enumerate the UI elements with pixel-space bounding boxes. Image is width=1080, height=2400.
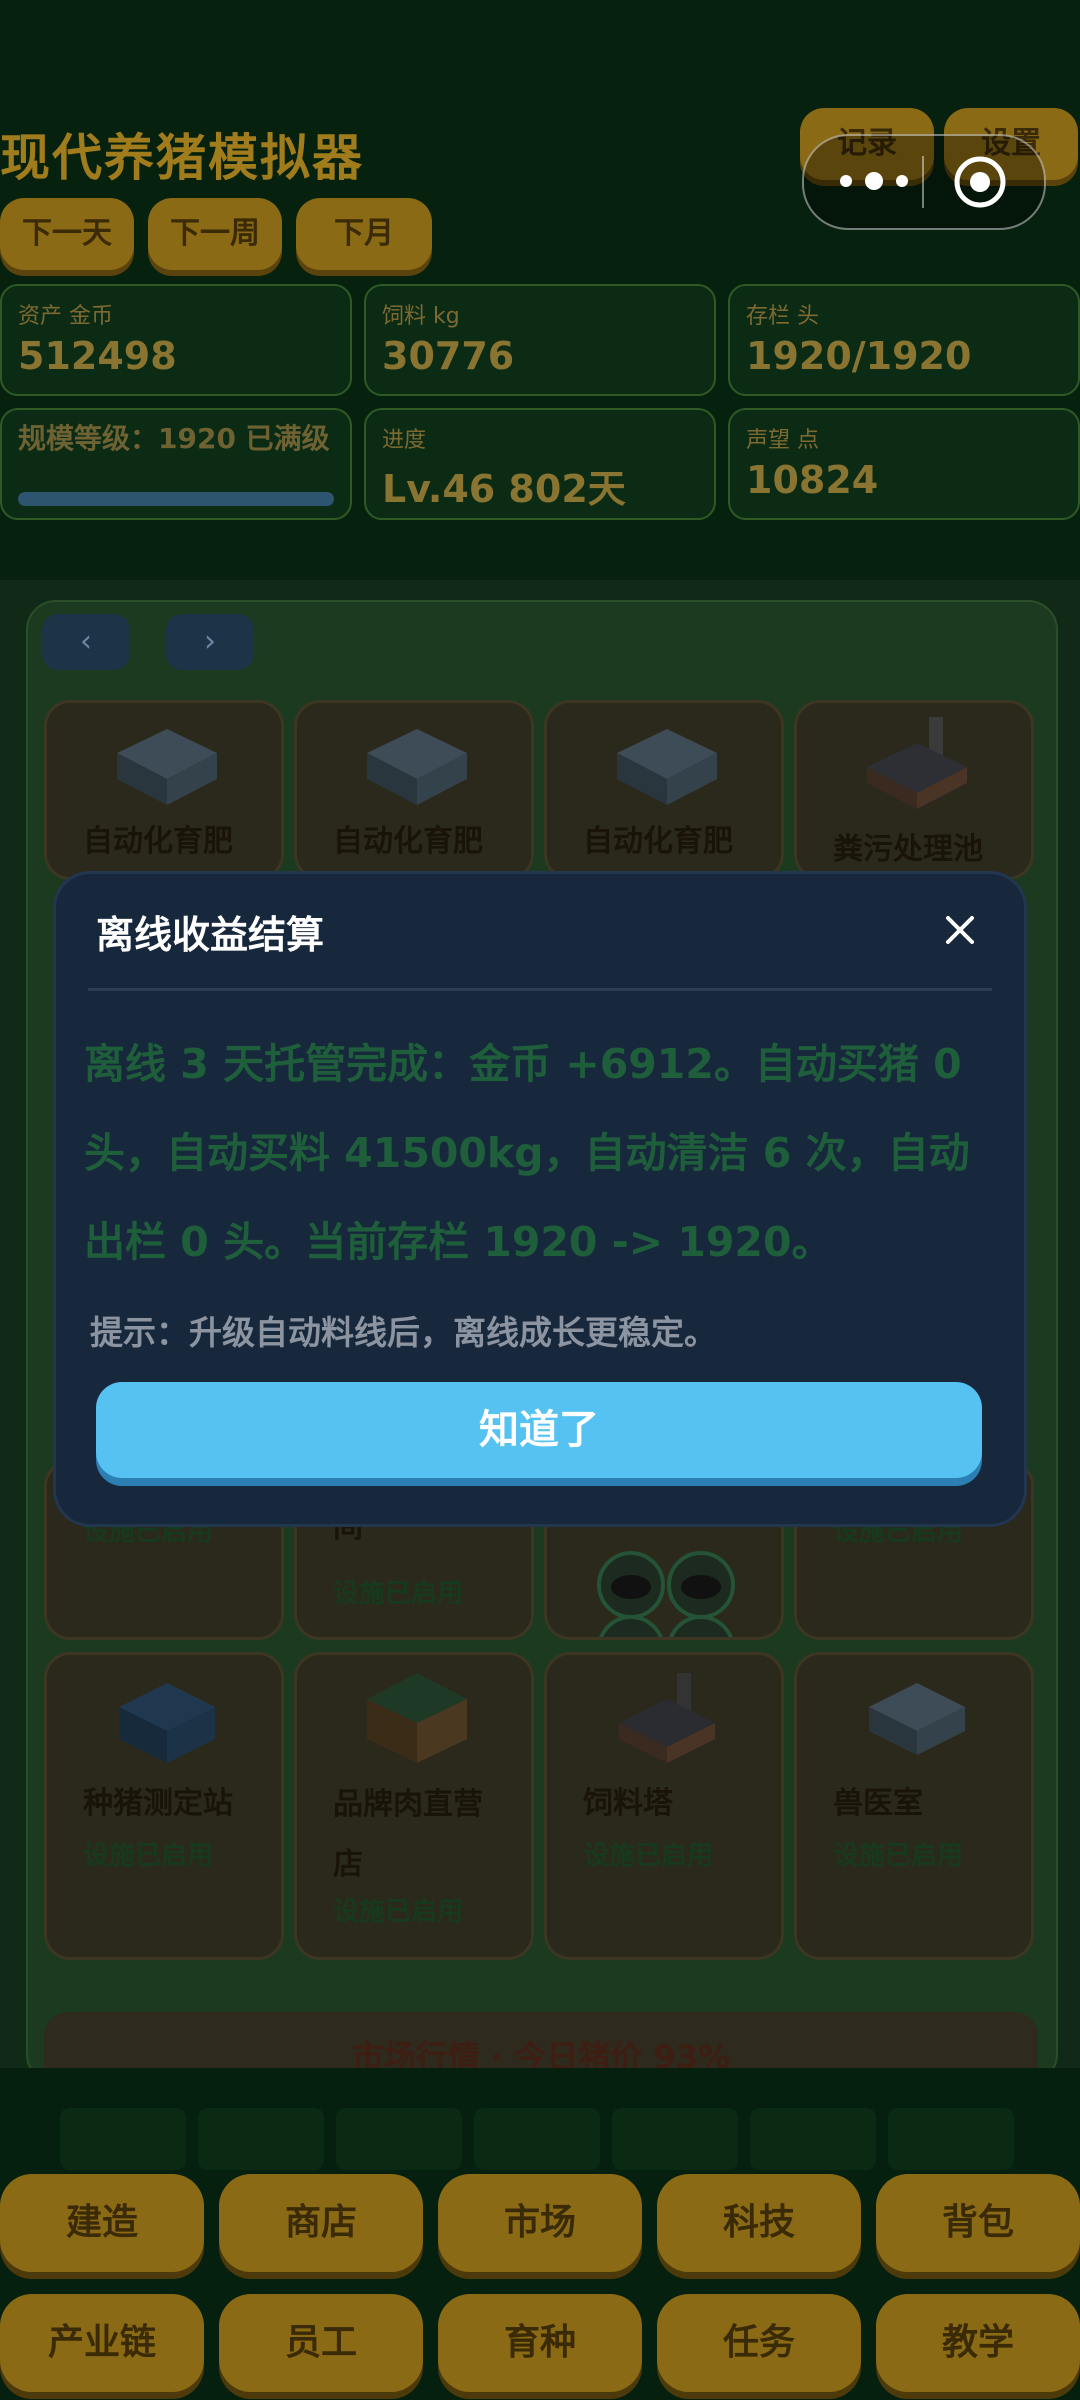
dialog-message: 离线 3 天托管完成：金币 +6912。自动买猪 0 头，自动买料 41500k…: [84, 1040, 970, 1266]
facility-card[interactable]: 种猪测定站 设施已启用: [44, 1652, 284, 1960]
quick-slot[interactable]: [336, 2108, 462, 2170]
livestock-label: 存栏 头: [746, 304, 819, 329]
facility-name: 自动化育肥: [333, 824, 483, 859]
next-week-button[interactable]: 下一周: [148, 198, 282, 270]
shop-icon: [367, 1673, 467, 1763]
pig-icons: [597, 1551, 735, 1637]
assets-value: 512498: [18, 334, 177, 378]
facility-status: 设施已启用: [83, 1841, 214, 1871]
building-icon: [869, 1683, 965, 1755]
facility-status: 设施已启用: [583, 1841, 714, 1871]
facility-name: 兽医室: [833, 1786, 923, 1821]
quick-slot[interactable]: [612, 2108, 738, 2170]
quick-slot[interactable]: [888, 2108, 1014, 2170]
facility-card[interactable]: 兽医室 设施已启用: [794, 1652, 1034, 1960]
staff-button[interactable]: 员工: [219, 2294, 423, 2392]
build-button[interactable]: 建造: [0, 2174, 204, 2272]
facility-card[interactable]: 自动化育肥: [544, 700, 784, 880]
feed-label: 饲料 kg: [382, 304, 460, 329]
mini-program-capsule: [802, 134, 1046, 230]
building-icon: [119, 1683, 215, 1763]
facility-card[interactable]: 粪污处理池: [794, 700, 1034, 880]
shop-button[interactable]: 商店: [219, 2174, 423, 2272]
facility-name: 品牌肉直营店: [333, 1787, 483, 1882]
close-program-icon[interactable]: [952, 154, 1008, 210]
quick-slot[interactable]: [198, 2108, 324, 2170]
next-month-button[interactable]: 下月: [296, 198, 432, 270]
confirm-button[interactable]: 知道了: [96, 1382, 982, 1478]
reputation-label: 声望 点: [746, 428, 819, 453]
facility-status: 设施已启用: [833, 1841, 964, 1871]
dialog-tip: 提示：升级自动料线后，离线成长更稳定。: [90, 1313, 717, 1352]
facility-card[interactable]: 自动化育肥: [44, 700, 284, 880]
factory-icon: [867, 717, 967, 809]
feed-value: 30776: [382, 334, 515, 378]
assets-label: 资产 金币: [18, 304, 113, 329]
building-icon: [117, 729, 217, 805]
dialog-title: 离线收益结算: [96, 913, 325, 957]
more-options-icon[interactable]: [834, 156, 914, 206]
reputation-value: 10824: [746, 458, 879, 502]
app-title: 现代养猪模拟器: [0, 129, 364, 187]
next-page-button[interactable]: ›: [166, 614, 254, 670]
facility-name: 种猪测定站: [83, 1786, 233, 1821]
facility-name: 自动化育肥: [583, 824, 733, 859]
industry-chain-button[interactable]: 产业链: [0, 2294, 204, 2392]
facility-status: 设施已启用: [333, 1897, 464, 1927]
facility-name: 自动化育肥: [83, 824, 233, 859]
feed-tower-icon: [619, 1673, 715, 1763]
livestock-value: 1920/1920: [746, 334, 972, 378]
market-button[interactable]: 市场: [438, 2174, 642, 2272]
next-day-button[interactable]: 下一天: [0, 198, 134, 270]
close-icon[interactable]: [942, 912, 978, 948]
facility-card[interactable]: 自动化育肥: [294, 700, 534, 880]
backpack-button[interactable]: 背包: [876, 2174, 1080, 2272]
capsule-divider: [922, 156, 924, 208]
tasks-button[interactable]: 任务: [657, 2294, 861, 2392]
prev-page-button[interactable]: ‹: [42, 614, 130, 670]
facility-name: 粪污处理池: [833, 832, 983, 867]
quick-slot[interactable]: [750, 2108, 876, 2170]
reputation-stat: 声望 点 10824: [728, 408, 1080, 520]
livestock-stat: 存栏 头 1920/1920: [728, 284, 1080, 396]
assets-stat: 资产 金币 512498: [0, 284, 352, 396]
facility-name: 饲料塔: [583, 1786, 673, 1821]
offline-earnings-dialog: 离线收益结算 离线 3 天托管完成：金币 +6912。自动买猪 0 头，自动买料…: [56, 874, 1024, 1524]
building-icon: [367, 729, 467, 805]
scale-level-stat: 规模等级：1920 已满级: [0, 408, 352, 520]
dialog-divider: [88, 988, 992, 991]
progress-stat: 进度 Lv.46 802天: [364, 408, 716, 520]
quick-slot[interactable]: [474, 2108, 600, 2170]
progress-value: Lv.46 802天: [382, 467, 626, 511]
facility-status: 设施已启用: [333, 1579, 464, 1609]
scale-level-label: 规模等级：1920 已满级: [18, 422, 330, 455]
tutorial-button[interactable]: 教学: [876, 2294, 1080, 2392]
breeding-button[interactable]: 育种: [438, 2294, 642, 2392]
quick-slot[interactable]: [60, 2108, 186, 2170]
feed-stat: 饲料 kg 30776: [364, 284, 716, 396]
scale-progress-bar: [18, 492, 334, 506]
progress-label: 进度: [382, 428, 427, 453]
facility-card[interactable]: 品牌肉直营店 设施已启用: [294, 1652, 534, 1960]
tech-button[interactable]: 科技: [657, 2174, 861, 2272]
facility-card[interactable]: 饲料塔 设施已启用: [544, 1652, 784, 1960]
building-icon: [617, 729, 717, 805]
